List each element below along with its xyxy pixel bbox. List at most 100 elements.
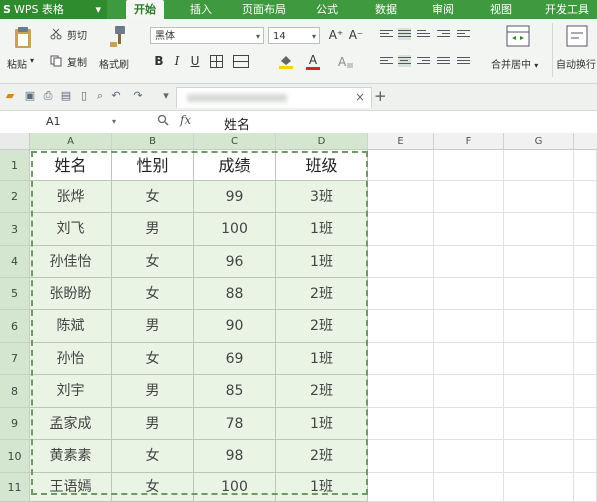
row-header[interactable]: 5 [0, 278, 30, 310]
tab-developer[interactable]: 开发工具 [539, 0, 595, 19]
header-cell-class[interactable]: 班级 [276, 150, 368, 181]
row-header[interactable]: 4 [0, 246, 30, 278]
copy-button[interactable]: 复制 [50, 54, 90, 69]
empty-cell[interactable] [504, 375, 574, 408]
column-header-f[interactable]: F [434, 133, 504, 150]
empty-cell[interactable] [504, 181, 574, 213]
search-icon[interactable] [157, 114, 169, 129]
auto-wrap-button[interactable] [566, 25, 588, 50]
border-button[interactable] [210, 55, 223, 71]
empty-cell[interactable] [504, 278, 574, 310]
formula-input[interactable]: 姓名 [224, 114, 250, 133]
merge-cells-button[interactable] [233, 55, 249, 71]
cell-class[interactable]: 1班 [276, 246, 368, 278]
row-header[interactable]: 2 [0, 181, 30, 213]
align-top-button[interactable] [380, 28, 393, 40]
empty-cell[interactable] [434, 440, 504, 473]
column-header-a[interactable]: A [30, 133, 112, 150]
paste-button[interactable] [12, 25, 34, 52]
fill-color-button[interactable] [278, 54, 294, 72]
empty-cell[interactable] [434, 310, 504, 343]
cell-class[interactable]: 3班 [276, 181, 368, 213]
empty-cell[interactable] [574, 343, 597, 375]
header-cell-gender[interactable]: 性别 [112, 150, 194, 181]
close-icon[interactable]: × [355, 90, 365, 104]
cell-class[interactable]: 1班 [276, 473, 368, 502]
print-icon[interactable]: ⎙ [42, 90, 54, 102]
cell-name[interactable]: 孙怡 [30, 343, 112, 375]
cell-gender[interactable]: 男 [112, 310, 194, 343]
tab-home[interactable]: 开始 [126, 0, 164, 19]
save-icon[interactable]: ▣ [24, 90, 36, 102]
column-header-b[interactable]: B [112, 133, 194, 150]
font-size-select[interactable]: 14 ▾ [268, 27, 320, 44]
cell-class[interactable]: 1班 [276, 213, 368, 246]
tab-formula[interactable]: 公式 [309, 0, 345, 19]
cell-class[interactable]: 1班 [276, 408, 368, 440]
row-header[interactable]: 1 [0, 150, 30, 181]
cell-name[interactable]: 刘宇 [30, 375, 112, 408]
clear-format-button[interactable]: A [338, 54, 354, 72]
cell-gender[interactable]: 女 [112, 181, 194, 213]
empty-cell[interactable] [504, 408, 574, 440]
header-cell-score[interactable]: 成绩 [194, 150, 276, 181]
empty-cell[interactable] [368, 408, 434, 440]
empty-cell[interactable] [434, 150, 504, 181]
empty-cell[interactable] [574, 408, 597, 440]
empty-cell[interactable] [368, 343, 434, 375]
empty-cell[interactable] [504, 310, 574, 343]
tab-page-layout[interactable]: 页面布局 [236, 0, 292, 19]
cell-gender[interactable]: 男 [112, 213, 194, 246]
tab-review[interactable]: 审阅 [425, 0, 461, 19]
format-painter-button[interactable] [106, 25, 128, 52]
cell-gender[interactable]: 男 [112, 375, 194, 408]
align-center-button[interactable] [398, 55, 411, 67]
document-tab[interactable]: × [176, 87, 372, 108]
cell-score[interactable]: 88 [194, 278, 276, 310]
cell-class[interactable]: 2班 [276, 310, 368, 343]
empty-cell[interactable] [574, 278, 597, 310]
align-middle-button[interactable] [398, 28, 411, 40]
align-left-button[interactable] [380, 55, 393, 67]
find-icon[interactable]: ⌕ [94, 90, 106, 102]
cell-gender[interactable]: 女 [112, 278, 194, 310]
empty-cell[interactable] [368, 473, 434, 502]
tab-view[interactable]: 视图 [483, 0, 519, 19]
cell-name[interactable]: 王语嫣 [30, 473, 112, 502]
cell-name[interactable]: 陈斌 [30, 310, 112, 343]
empty-cell[interactable] [574, 181, 597, 213]
row-header[interactable]: 7 [0, 343, 30, 375]
empty-cell[interactable] [434, 473, 504, 502]
empty-cell[interactable] [434, 246, 504, 278]
indent-increase-button[interactable] [457, 28, 470, 40]
font-family-select[interactable]: 黑体 ▾ [150, 27, 264, 44]
shrink-font-button[interactable]: A⁻ [348, 27, 364, 43]
cut-button[interactable]: 剪切 [50, 27, 90, 42]
indent-decrease-button[interactable] [437, 28, 450, 40]
fx-icon[interactable]: fx [180, 113, 191, 127]
empty-cell[interactable] [574, 246, 597, 278]
align-right-button[interactable] [417, 55, 430, 67]
row-header[interactable]: 9 [0, 408, 30, 440]
empty-cell[interactable] [574, 473, 597, 502]
empty-cell[interactable] [504, 150, 574, 181]
empty-cell[interactable] [504, 213, 574, 246]
column-header-g[interactable]: G [504, 133, 574, 150]
distribute-button[interactable] [457, 55, 470, 67]
empty-cell[interactable] [504, 246, 574, 278]
cell-class[interactable]: 2班 [276, 375, 368, 408]
auto-wrap-label[interactable]: 自动换行 [556, 56, 596, 71]
cell-score[interactable]: 96 [194, 246, 276, 278]
tab-data[interactable]: 数据 [368, 0, 404, 19]
merge-center-button[interactable] [506, 25, 530, 50]
row-header[interactable]: 10 [0, 440, 30, 473]
cell-score[interactable]: 98 [194, 440, 276, 473]
open-folder-icon[interactable]: ▰ [4, 90, 16, 102]
empty-cell[interactable] [434, 213, 504, 246]
empty-cell[interactable] [504, 343, 574, 375]
empty-cell[interactable] [368, 375, 434, 408]
empty-cell[interactable] [434, 278, 504, 310]
column-header-e[interactable]: E [368, 133, 434, 150]
print-preview-icon[interactable]: ▤ [60, 90, 72, 102]
cell-score[interactable]: 90 [194, 310, 276, 343]
